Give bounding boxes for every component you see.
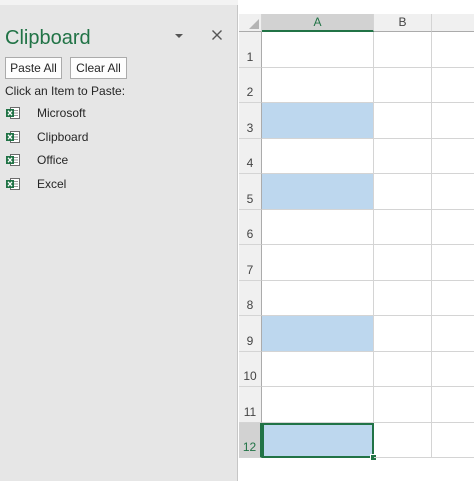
clipboard-item[interactable]: Excel: [0, 172, 236, 196]
row-header-7[interactable]: 7: [239, 245, 262, 281]
paste-all-button[interactable]: Paste All: [5, 57, 62, 79]
clipboard-item-label: Office: [37, 153, 69, 168]
cell-b9[interactable]: [374, 316, 432, 352]
cell-b3[interactable]: [374, 103, 432, 139]
row-number: 7: [246, 262, 254, 277]
cell-c7[interactable]: [432, 245, 474, 281]
select-all-corner[interactable]: [239, 14, 262, 32]
cell-c11[interactable]: [432, 387, 474, 423]
cell-a3[interactable]: [262, 103, 374, 139]
clipboard-pane: Clipboard Paste All Clear All Click an I…: [0, 0, 238, 481]
cell-c8[interactable]: [432, 281, 474, 316]
row-header-11[interactable]: 11: [239, 387, 262, 423]
column-header-b[interactable]: B: [374, 14, 432, 32]
clipboard-item-list: Microsoft Clipboard Office Excel: [0, 101, 236, 195]
paste-instruction: Click an Item to Paste:: [5, 84, 126, 98]
cell-a9[interactable]: [262, 316, 374, 352]
cell-c12[interactable]: [432, 423, 474, 458]
column-header-a[interactable]: A: [262, 14, 374, 32]
clipboard-item-label: Microsoft: [37, 106, 86, 120]
cell-a5[interactable]: [262, 174, 374, 210]
clipboard-item[interactable]: Microsoft: [0, 101, 236, 125]
row-header-8[interactable]: 8: [239, 280, 262, 316]
clipboard-item[interactable]: Clipboard: [0, 125, 236, 149]
row-number: 8: [246, 298, 254, 312]
cell-c5[interactable]: [432, 174, 474, 210]
cell-b1[interactable]: [374, 32, 432, 68]
row-number: 11: [243, 404, 257, 419]
cell-b7[interactable]: [374, 245, 432, 281]
cell-c4[interactable]: [432, 139, 474, 174]
row-number: 6: [246, 227, 254, 241]
clipboard-item-label: Clipboard: [37, 129, 89, 144]
cell-b8[interactable]: [374, 280, 432, 316]
cell-b4[interactable]: [374, 138, 432, 174]
cell-a8[interactable]: [262, 280, 374, 316]
cell-a11[interactable]: [262, 387, 374, 423]
pane-title: Clipboard: [5, 27, 91, 49]
cell-a2[interactable]: [262, 67, 374, 103]
cell-b12[interactable]: [374, 422, 432, 458]
row-header-10[interactable]: 10: [239, 351, 262, 387]
cell-b10[interactable]: [374, 351, 432, 387]
cell-b2[interactable]: [374, 67, 432, 103]
cell-a7[interactable]: [262, 245, 374, 281]
cell-c10[interactable]: [432, 352, 474, 387]
spreadsheet-grid: A B 1 2 3 4 5 6 7 8 9 10 11 12: [239, 0, 474, 481]
sheet-top-strip: [239, 0, 474, 5]
row-header-12[interactable]: 12: [239, 422, 262, 458]
row-number: 5: [246, 191, 254, 206]
pane-options-dropdown-icon[interactable]: [172, 31, 186, 41]
cell-a6[interactable]: [262, 209, 374, 245]
row-number: 9: [246, 333, 254, 348]
row-number: 10: [243, 369, 257, 383]
clipboard-item[interactable]: Office: [0, 148, 236, 172]
excel-clip-icon: [5, 105, 21, 121]
pane-top-strip: [0, 0, 238, 5]
cell-b6[interactable]: [374, 209, 432, 245]
cell-a10[interactable]: [262, 351, 374, 387]
cell-c9[interactable]: [432, 316, 474, 352]
cell-c3[interactable]: [432, 103, 474, 139]
row-number: 2: [246, 85, 254, 99]
column-header-c[interactable]: [432, 14, 474, 32]
excel-clip-icon: [5, 152, 21, 168]
row-number: 12: [242, 440, 257, 454]
row-header-9[interactable]: 9: [239, 316, 262, 352]
clipboard-item-label: Excel: [37, 176, 67, 191]
cell-a4[interactable]: [262, 138, 374, 174]
cell-c1[interactable]: [432, 32, 474, 68]
cell-c2[interactable]: [432, 68, 474, 103]
row-header-3[interactable]: 3: [239, 103, 262, 139]
cell-c6[interactable]: [432, 210, 474, 245]
clear-all-button[interactable]: Clear All: [70, 57, 127, 79]
pane-close-icon[interactable]: [209, 27, 225, 43]
row-header-6[interactable]: 6: [239, 209, 262, 245]
row-header-1[interactable]: 1: [239, 32, 262, 68]
row-number: 4: [246, 156, 254, 170]
cell-a12[interactable]: [262, 422, 374, 458]
excel-clip-icon: [5, 129, 21, 145]
row-header-4[interactable]: 4: [239, 138, 262, 174]
excel-clip-icon: [5, 176, 21, 192]
row-number: 1: [246, 49, 254, 64]
row-header-2[interactable]: 2: [239, 67, 262, 103]
cell-a1[interactable]: [262, 32, 374, 68]
cell-b5[interactable]: [374, 174, 432, 210]
row-number: 3: [246, 120, 254, 135]
cell-b11[interactable]: [374, 387, 432, 423]
row-header-5[interactable]: 5: [239, 174, 262, 210]
